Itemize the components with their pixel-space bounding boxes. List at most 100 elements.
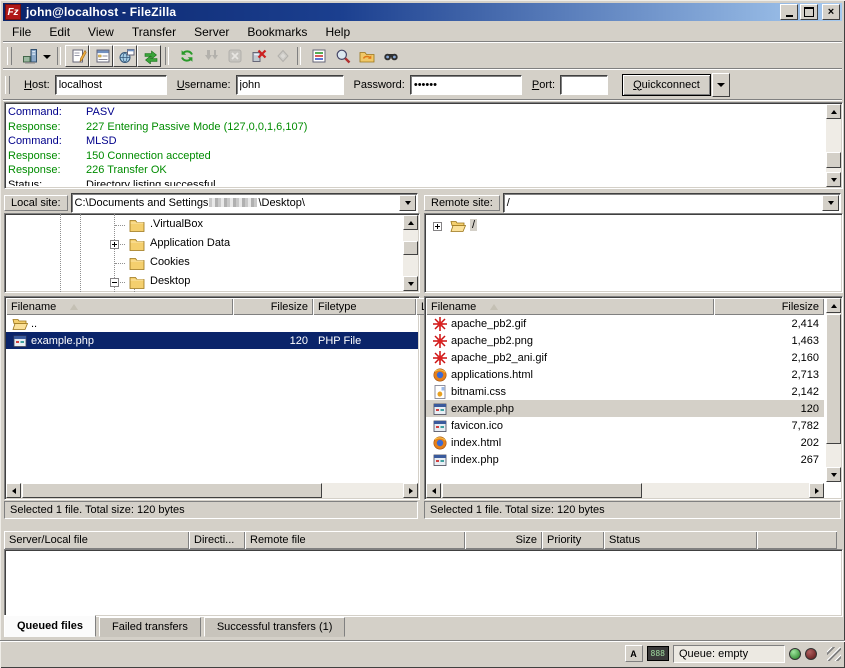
- local-site-combobox[interactable]: C:\Documents and Settings\Desktop\: [71, 193, 418, 213]
- directory-comparison-button[interactable]: [329, 45, 353, 67]
- menu-view[interactable]: View: [79, 24, 123, 40]
- expand-icon[interactable]: [433, 222, 442, 231]
- scrollbar-thumb[interactable]: [22, 483, 322, 498]
- file-row[interactable]: favicon.ico7,782: [426, 417, 824, 434]
- tree-connector: [115, 225, 125, 226]
- transfer-queue-body[interactable]: [4, 549, 843, 617]
- transfer-type-icon[interactable]: A: [625, 645, 643, 662]
- file-row[interactable]: index.php267: [426, 451, 824, 468]
- remote-site-combobox[interactable]: /: [503, 193, 841, 213]
- disconnect-button[interactable]: [245, 45, 269, 67]
- toolbar-gripper[interactable]: [7, 47, 12, 65]
- scrollbar-thumb[interactable]: [442, 483, 642, 498]
- tree-item[interactable]: Cookies: [5, 254, 402, 273]
- log-line: Response:150 Connection accepted: [8, 149, 824, 164]
- local-site-dropdown[interactable]: [399, 195, 416, 211]
- refresh-button[interactable]: [173, 45, 197, 67]
- scrollbar-thumb[interactable]: [826, 314, 841, 444]
- scroll-left-button[interactable]: [6, 483, 21, 498]
- local-list-hscrollbar[interactable]: [6, 483, 418, 498]
- scroll-right-button[interactable]: [809, 483, 824, 498]
- cancel-button[interactable]: [221, 45, 245, 67]
- username-input[interactable]: [236, 75, 344, 95]
- password-input[interactable]: [410, 75, 522, 95]
- column-header-filesize[interactable]: Filesize: [233, 298, 313, 315]
- scroll-left-button[interactable]: [426, 483, 441, 498]
- toolbar-gripper[interactable]: [5, 76, 10, 94]
- reconnect-button[interactable]: [269, 45, 293, 67]
- file-row[interactable]: index.html202: [426, 434, 824, 451]
- scroll-right-button[interactable]: [403, 483, 418, 498]
- queue-column-serverlocalfile[interactable]: Server/Local file: [4, 531, 189, 549]
- search-button[interactable]: [377, 45, 401, 67]
- chevron-down-icon: [828, 201, 834, 208]
- filter-button[interactable]: [305, 45, 329, 67]
- message-log-scrollbar[interactable]: [826, 104, 841, 187]
- tab-failed-transfers[interactable]: Failed transfers: [99, 617, 201, 637]
- site-manager-dropdown-icon[interactable]: [43, 55, 51, 63]
- file-row[interactable]: example.php120: [426, 400, 824, 417]
- port-input[interactable]: [560, 75, 608, 95]
- file-row[interactable]: apache_pb2.gif2,414: [426, 315, 824, 332]
- toggle-remote-tree-button[interactable]: [113, 45, 137, 67]
- resize-grip[interactable]: [827, 647, 841, 661]
- file-row[interactable]: applications.html2,713: [426, 366, 824, 383]
- process-queue-button[interactable]: [197, 45, 221, 67]
- minimize-button[interactable]: [780, 4, 798, 20]
- scroll-up-button[interactable]: [403, 215, 418, 230]
- file-name: apache_pb2.gif: [451, 318, 526, 330]
- queue-column-size[interactable]: Size: [465, 531, 542, 549]
- column-header-filesize[interactable]: Filesize: [714, 298, 824, 315]
- titlebar[interactable]: Fz john@localhost - FileZilla ×: [3, 3, 842, 21]
- tree-item[interactable]: Application Data: [5, 235, 402, 254]
- quickconnect-dropdown[interactable]: [712, 73, 730, 97]
- file-row[interactable]: apache_pb2_ani.gif2,160: [426, 349, 824, 366]
- toggle-message-log-button[interactable]: [65, 45, 89, 67]
- host-input[interactable]: [55, 75, 167, 95]
- synchronized-browsing-button[interactable]: [353, 45, 377, 67]
- menu-bookmarks[interactable]: Bookmarks: [238, 24, 316, 40]
- speed-limits-icon[interactable]: 888: [647, 646, 669, 661]
- scroll-down-button[interactable]: [826, 467, 841, 482]
- site-manager-button[interactable]: [16, 45, 40, 67]
- queue-column-priority[interactable]: Priority: [542, 531, 604, 549]
- menu-transfer[interactable]: Transfer: [123, 24, 185, 40]
- remote-list-vscrollbar[interactable]: [826, 298, 841, 482]
- file-row[interactable]: apache_pb2.png1,463: [426, 332, 824, 349]
- menu-file[interactable]: File: [3, 24, 40, 40]
- scroll-down-button[interactable]: [403, 276, 418, 291]
- toggle-transfer-queue-button[interactable]: [137, 45, 161, 67]
- menu-help[interactable]: Help: [316, 24, 359, 40]
- file-row[interactable]: bitnami.css2,142: [426, 383, 824, 400]
- expand-icon[interactable]: [110, 240, 119, 249]
- file-row[interactable]: example.php120PHP File1: [6, 332, 418, 349]
- scroll-up-button[interactable]: [826, 104, 841, 119]
- maximize-button[interactable]: [800, 4, 818, 20]
- scroll-down-button[interactable]: [826, 172, 841, 187]
- scrollbar-thumb[interactable]: [826, 152, 841, 168]
- collapse-icon[interactable]: [110, 278, 119, 287]
- tab-successful-transfers-[interactable]: Successful transfers (1): [204, 617, 346, 637]
- remote-list-hscrollbar[interactable]: [426, 483, 824, 498]
- scroll-up-button[interactable]: [826, 298, 841, 313]
- queue-column-status[interactable]: Status: [604, 531, 757, 549]
- queue-column-remotefile[interactable]: Remote file: [245, 531, 465, 549]
- column-header-filename[interactable]: Filename: [6, 298, 233, 315]
- quickconnect-button[interactable]: Quickconnect: [622, 74, 711, 96]
- column-header-filetype[interactable]: Filetype: [313, 298, 416, 315]
- remote-site-dropdown[interactable]: [822, 195, 839, 211]
- file-name: index.php: [451, 454, 499, 466]
- column-header-filename[interactable]: Filename: [426, 298, 714, 315]
- local-tree-scrollbar[interactable]: [403, 215, 418, 291]
- tab-queued-files[interactable]: Queued files: [4, 615, 96, 637]
- queue-column-directi[interactable]: Directi...: [189, 531, 245, 549]
- tree-item[interactable]: /: [425, 217, 842, 236]
- menu-edit[interactable]: Edit: [40, 24, 79, 40]
- toggle-local-tree-button[interactable]: [89, 45, 113, 67]
- menu-server[interactable]: Server: [185, 24, 238, 40]
- scrollbar-thumb[interactable]: [403, 241, 418, 255]
- close-button[interactable]: ×: [822, 4, 840, 20]
- file-row[interactable]: ..: [6, 315, 418, 332]
- tree-item[interactable]: .VirtualBox: [5, 216, 402, 235]
- tree-item[interactable]: Desktop: [5, 273, 402, 292]
